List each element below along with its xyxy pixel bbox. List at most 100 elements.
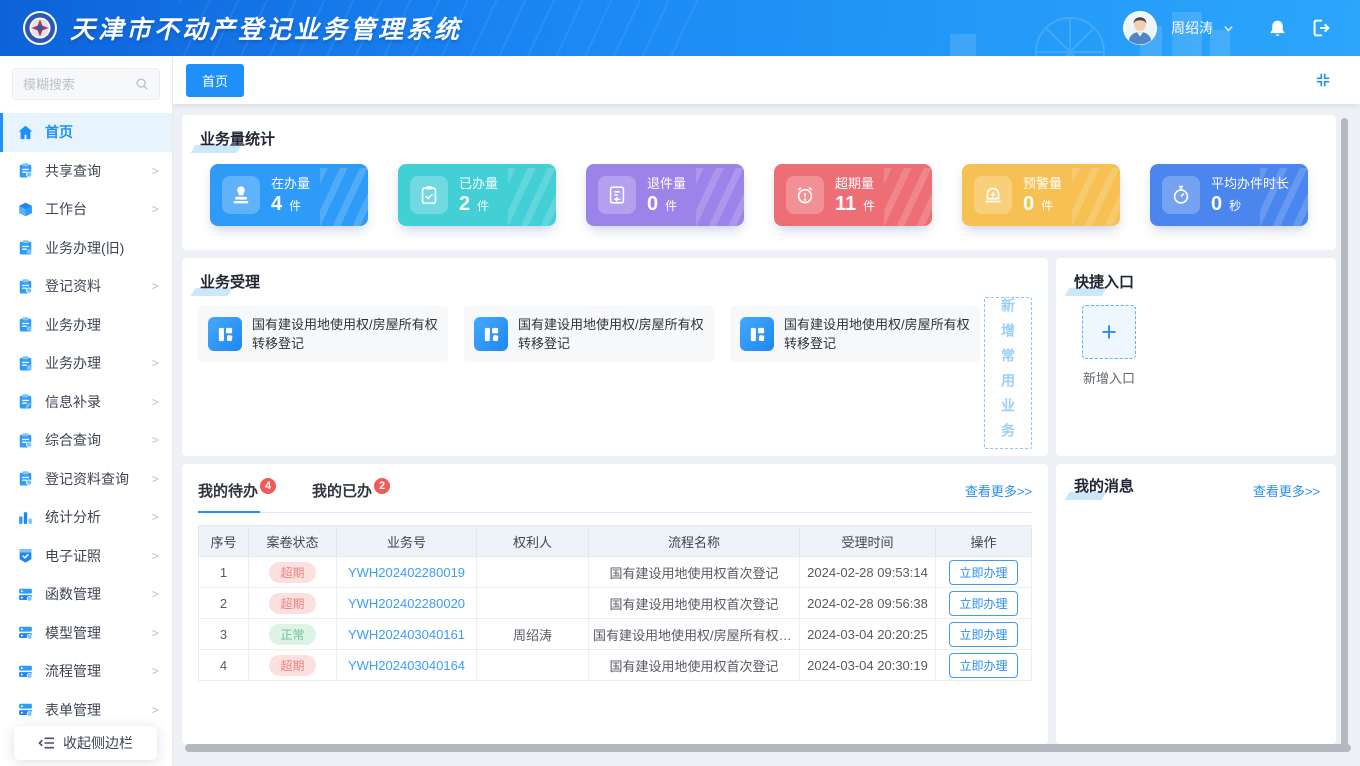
cell-index: 1	[199, 557, 249, 588]
alarm-clock-icon	[786, 176, 824, 214]
messages-section-title: 我的消息	[1072, 475, 1136, 496]
col-time: 受理时间	[800, 526, 936, 557]
stat-card-returned: 退件量 0件	[586, 164, 744, 226]
clipboard-pen-icon	[17, 393, 34, 410]
sidebar-item-registration-data[interactable]: 登记资料 >	[0, 267, 172, 306]
add-entry-button[interactable]: +	[1082, 305, 1136, 359]
cell-index: 3	[199, 619, 249, 650]
add-common-business-button[interactable]: 新增常用业务	[984, 297, 1032, 449]
sidebar-item-info-supplement[interactable]: 信息补录 >	[0, 383, 172, 422]
business-blocks-icon	[740, 317, 774, 351]
stat-value: 2	[459, 193, 470, 215]
sidebar-item-model-management[interactable]: 模型管理 >	[0, 614, 172, 653]
sidebar-item-label: 业务办理	[45, 315, 101, 335]
business-no-link[interactable]: YWH202402280020	[348, 596, 465, 611]
vertical-scrollbar[interactable]	[1341, 118, 1348, 746]
logout-icon[interactable]	[1304, 11, 1338, 45]
business-no-link[interactable]: YWH202402280019	[348, 565, 465, 580]
col-index: 序号	[199, 526, 249, 557]
avatar[interactable]	[1123, 11, 1157, 45]
handle-now-button[interactable]: 立即办理	[949, 622, 1017, 647]
sidebar-item-business-handling[interactable]: 业务办理	[0, 306, 172, 345]
notification-bell-icon[interactable]	[1260, 11, 1294, 45]
sidebar-item-label: 信息补录	[45, 392, 101, 412]
sidebar-item-label: 业务办理(旧)	[45, 238, 124, 258]
chevron-down-icon[interactable]	[1223, 23, 1234, 34]
stat-value: 4	[271, 193, 282, 215]
cell-biz-no: YWH202402280020	[337, 588, 477, 619]
status-badge: 正常	[269, 624, 315, 645]
plus-icon: +	[1101, 317, 1117, 348]
business-no-link[interactable]: YWH202403040161	[348, 627, 465, 642]
handle-now-button[interactable]: 立即办理	[949, 653, 1017, 678]
sidebar-item-label: 综合查询	[45, 430, 101, 450]
clipboard-icon	[17, 316, 34, 333]
cell-time: 2024-03-04 20:30:19	[800, 650, 936, 681]
messages-view-more-link[interactable]: 查看更多>>	[1253, 475, 1320, 500]
cell-action: 立即办理	[936, 650, 1032, 681]
sidebar-item-home[interactable]: 首页	[0, 113, 172, 152]
chevron-right-icon: >	[152, 395, 159, 409]
acceptance-card[interactable]: 国有建设用地使用权/房屋所有权转移登记	[464, 306, 714, 362]
chevron-right-icon: >	[152, 433, 159, 447]
user-name[interactable]: 周绍涛	[1171, 18, 1213, 38]
sidebar-item-label: 模型管理	[45, 623, 101, 643]
sidebar-item-comprehensive-query[interactable]: 综合查询 >	[0, 421, 172, 460]
horizontal-scrollbar[interactable]	[185, 744, 1351, 752]
table-header-row: 序号 案卷状态 业务号 权利人 流程名称 受理时间 操作	[199, 526, 1032, 557]
col-flow: 流程名称	[589, 526, 800, 557]
sidebar-item-business-old[interactable]: 业务办理(旧)	[0, 229, 172, 268]
status-badge: 超期	[269, 655, 315, 676]
acceptance-card[interactable]: 国有建设用地使用权/房屋所有权转移登记	[730, 306, 980, 362]
sidebar-search[interactable]	[12, 68, 160, 100]
cell-index: 2	[199, 588, 249, 619]
fullscreen-toggle-icon[interactable]	[1315, 72, 1331, 88]
business-no-link[interactable]: YWH202403040164	[348, 658, 465, 673]
collapse-sidebar-button[interactable]: 收起侧边栏	[14, 726, 157, 760]
sidebar-item-workbench[interactable]: 工作台 >	[0, 190, 172, 229]
todo-view-more-link[interactable]: 查看更多>>	[965, 475, 1032, 500]
cell-biz-no: YWH202403040164	[337, 650, 477, 681]
sidebar-item-shared-query[interactable]: 共享查询 >	[0, 152, 172, 191]
sidebar-item-form-management[interactable]: 表单管理 >	[0, 691, 172, 730]
certificate-icon	[17, 547, 34, 564]
chevron-right-icon: >	[152, 356, 159, 370]
stat-unit: 件	[477, 199, 489, 213]
stat-label: 平均办件时长	[1211, 176, 1289, 191]
table-row: 3 正常 YWH202403040161 周绍涛 国有建设用地使用权/房屋所有权…	[199, 619, 1032, 650]
sidebar-item-e-certificate[interactable]: 电子证照 >	[0, 537, 172, 576]
tab-my-done[interactable]: 我的已办2	[312, 475, 388, 512]
collapse-sidebar-icon	[38, 736, 55, 750]
cell-index: 4	[199, 650, 249, 681]
tab-home[interactable]: 首页	[186, 64, 244, 97]
sidebar-item-process-management[interactable]: 流程管理 >	[0, 652, 172, 691]
search-input[interactable]	[23, 77, 135, 92]
cell-flow: 国有建设用地使用权/房屋所有权转移登记	[589, 619, 800, 650]
app-header: 天津市不动产登记业务管理系统 周绍涛	[0, 0, 1360, 56]
sidebar-item-business-handling-2[interactable]: 业务办理 >	[0, 344, 172, 383]
stat-card-in-progress: 在办量 4件	[210, 164, 368, 226]
stat-unit: 件	[665, 199, 677, 213]
server-icon	[17, 701, 34, 718]
cell-status: 超期	[249, 650, 337, 681]
chevron-right-icon: >	[152, 164, 159, 178]
chevron-right-icon: >	[152, 703, 159, 717]
sidebar-item-registration-query[interactable]: 登记资料查询 >	[0, 460, 172, 499]
chevron-right-icon: >	[152, 279, 159, 293]
cell-action: 立即办理	[936, 619, 1032, 650]
sidebar: 首页 共享查询 > 工作台 > 业务办理(旧) 登记资料 > 业务办理	[0, 56, 173, 766]
handle-now-button[interactable]: 立即办理	[949, 591, 1017, 616]
handle-now-button[interactable]: 立即办理	[949, 560, 1017, 585]
chevron-right-icon: >	[152, 587, 159, 601]
sidebar-item-label: 表单管理	[45, 700, 101, 720]
sidebar-item-function-management[interactable]: 函数管理 >	[0, 575, 172, 614]
cell-holder	[477, 588, 589, 619]
acceptance-card[interactable]: 国有建设用地使用权/房屋所有权转移登记	[198, 306, 448, 362]
stat-value: 11	[835, 193, 856, 215]
tab-my-todo[interactable]: 我的待办4	[198, 475, 274, 512]
sidebar-item-label: 统计分析	[45, 507, 101, 527]
clipboard-icon	[17, 239, 34, 256]
cell-flow: 国有建设用地使用权首次登记	[589, 650, 800, 681]
sidebar-item-label: 电子证照	[45, 546, 101, 566]
sidebar-item-statistics[interactable]: 统计分析 >	[0, 498, 172, 537]
